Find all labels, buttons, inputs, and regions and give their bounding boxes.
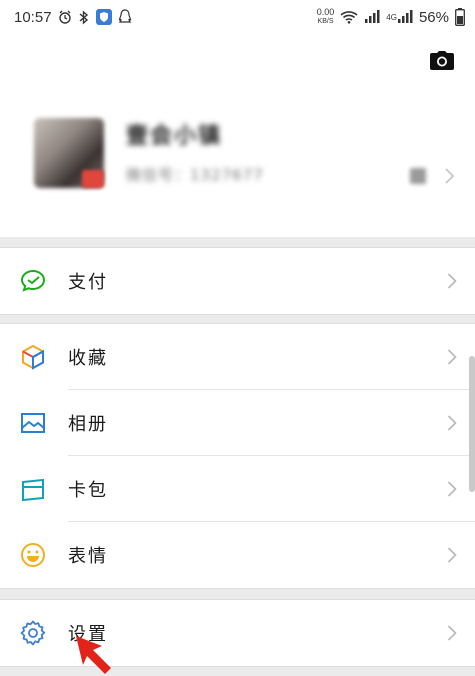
battery-icon (455, 8, 465, 26)
bluetooth-icon (78, 9, 90, 25)
album-picture-icon (19, 409, 47, 437)
menu-label-album: 相册 (68, 414, 108, 435)
chevron-right-icon (447, 414, 457, 432)
menu-item-pay[interactable]: 支付 (0, 248, 475, 314)
status-left: 10:57 (14, 9, 132, 26)
network-speed: 0.00 KB/S (317, 8, 335, 26)
cards-wallet-icon (19, 475, 47, 503)
network-speed-unit: KB/S (317, 18, 334, 25)
menu-label-cards: 卡包 (68, 480, 108, 501)
chevron-right-icon (447, 546, 457, 564)
shield-app-icon (95, 9, 112, 25)
menu-item-favorites[interactable]: 收藏 (0, 324, 475, 390)
chevron-right-icon (447, 348, 457, 366)
menu-label-stickers: 表情 (68, 546, 108, 567)
scroll-indicator[interactable] (469, 356, 475, 492)
red-arrow-annotation-icon (70, 632, 122, 676)
wifi-icon (340, 10, 358, 24)
chevron-right-icon (444, 166, 456, 186)
status-bar: 10:57 0.00 KB/S 4G 56% (0, 0, 475, 34)
avatar-badge (82, 170, 104, 188)
menu-item-stickers[interactable]: 表情 (0, 522, 475, 588)
clock: 10:57 (14, 8, 52, 26)
network-speed-value: 0.00 (316, 7, 335, 17)
stickers-smiley-icon (19, 541, 47, 569)
profile-wechat-id: 微信号：1327677 (126, 166, 264, 184)
status-right: 0.00 KB/S 4G 56% (317, 8, 465, 26)
settings-gear-icon (19, 619, 47, 647)
profile-nickname: 壹会小镇 (126, 124, 223, 149)
chevron-right-icon (447, 624, 457, 642)
profile-header[interactable]: 壹会小镇 微信号：1327677 (0, 34, 475, 237)
qq-icon (118, 9, 132, 25)
menu-label-favorites: 收藏 (68, 348, 108, 369)
signal-icon-2: 4G (386, 10, 413, 24)
alarm-icon (58, 10, 72, 24)
menu-group-pay: 支付 (0, 247, 475, 315)
qr-code-icon[interactable] (410, 168, 426, 184)
menu-group-main: 收藏 相册 卡包 表情 (0, 323, 475, 589)
menu-item-album[interactable]: 相册 (0, 390, 475, 456)
chevron-right-icon (447, 272, 457, 290)
favorites-cube-icon (19, 343, 47, 371)
battery-percent: 56% (418, 8, 449, 26)
pay-icon (19, 267, 47, 295)
chevron-right-icon (447, 480, 457, 498)
signal-icon-1 (364, 10, 380, 24)
menu-label-pay: 支付 (68, 272, 108, 293)
menu-item-cards[interactable]: 卡包 (0, 456, 475, 522)
camera-icon[interactable] (429, 50, 455, 72)
network-type-label: 4G (386, 12, 397, 22)
